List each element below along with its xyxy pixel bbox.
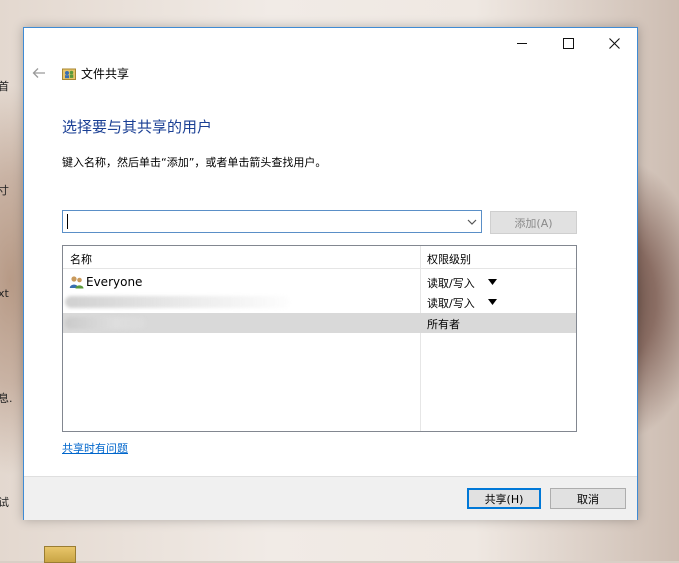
add-button[interactable]: 添加(A) (490, 211, 577, 234)
group-users-icon (69, 276, 84, 289)
list-header: 名称 权限级别 (63, 246, 576, 269)
instruction-text: 键入名称，然后单击“添加”，或者单击箭头查找用户。 (62, 156, 327, 169)
user-name-combobox[interactable] (62, 210, 482, 233)
caret-down-icon[interactable] (488, 299, 497, 305)
permission-level: 所有者 (427, 318, 460, 331)
desktop-label: 首 (0, 80, 9, 93)
share-users-list[interactable]: 名称 权限级别 Everyone 读取/写入 读取/写入 所有者 (62, 245, 577, 432)
list-item[interactable]: 读取/写入 (63, 292, 576, 312)
list-item[interactable]: 所有者 (63, 313, 576, 333)
user-name-input[interactable] (67, 213, 457, 230)
column-header-name[interactable]: 名称 (70, 251, 92, 267)
chevron-down-icon[interactable] (466, 216, 478, 228)
file-sharing-dialog: 文件共享 选择要与其共享的用户 键入名称，然后单击“添加”，或者单击箭头查找用户… (23, 27, 638, 520)
cancel-button[interactable]: 取消 (550, 488, 626, 509)
minimize-icon (517, 42, 527, 44)
redacted-user-name (65, 317, 147, 329)
permission-level[interactable]: 读取/写入 (427, 275, 475, 291)
user-name: Everyone (86, 275, 143, 289)
close-button[interactable] (591, 28, 637, 58)
maximize-icon (562, 37, 574, 49)
list-item[interactable]: Everyone 读取/写入 (63, 272, 576, 292)
column-header-permission[interactable]: 权限级别 (427, 251, 471, 267)
maximize-button[interactable] (545, 28, 591, 58)
desktop-label: 息. (0, 392, 13, 405)
share-button[interactable]: 共享(H) (467, 488, 541, 509)
sharing-help-link[interactable]: 共享时有问题 (62, 440, 128, 456)
redacted-user-name (65, 296, 290, 308)
back-arrow-icon[interactable] (32, 67, 46, 79)
minimize-button[interactable] (499, 28, 545, 58)
page-heading: 选择要与其共享的用户 (62, 118, 213, 136)
close-icon (608, 37, 620, 49)
desktop-label: 试 (0, 496, 9, 509)
permission-level[interactable]: 读取/写入 (427, 295, 475, 311)
folder-icon[interactable] (44, 546, 76, 563)
title-bar[interactable] (24, 28, 637, 58)
desktop-label: xt (0, 287, 9, 300)
header-separator[interactable] (420, 246, 421, 268)
desktop-label: 寸 (0, 184, 9, 197)
dialog-footer: 共享(H) 取消 (24, 476, 637, 520)
text-caret (67, 214, 68, 229)
window-title: 文件共享 (81, 67, 130, 81)
file-sharing-icon (62, 68, 76, 80)
caret-down-icon[interactable] (488, 279, 497, 285)
